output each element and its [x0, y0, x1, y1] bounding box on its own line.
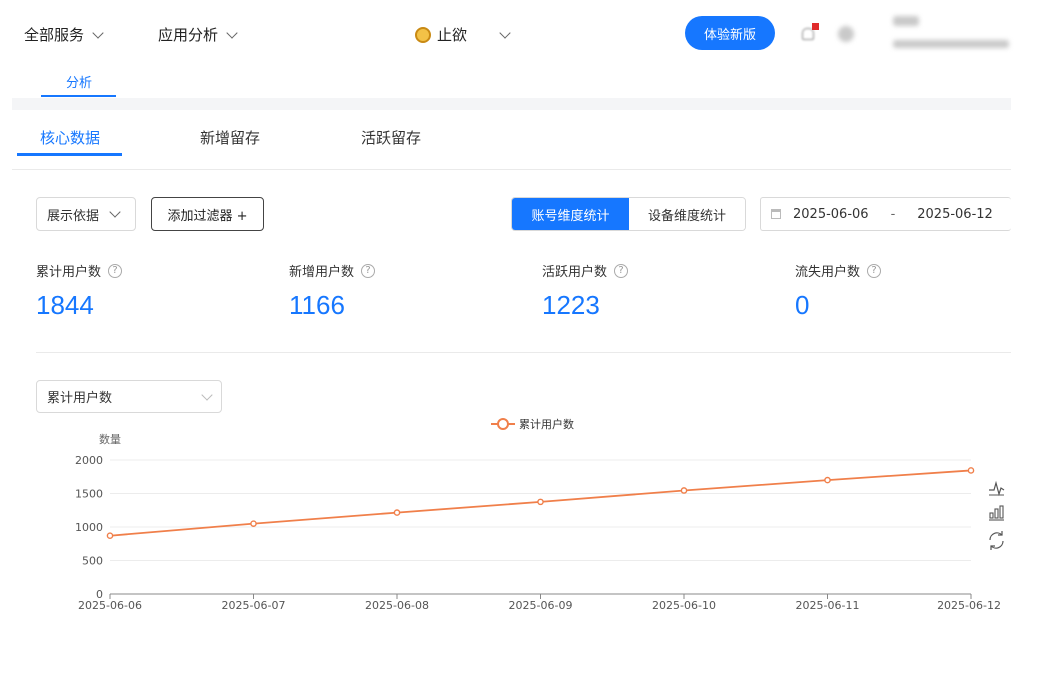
chart-series	[106, 467, 975, 540]
y-tick-label: 500	[82, 555, 103, 568]
x-tick-label: 2025-06-12	[937, 599, 1001, 612]
data-point	[106, 532, 114, 540]
x-tick-label: 2025-06-07	[222, 599, 286, 612]
y-axis-title: 数量	[99, 433, 121, 446]
data-point	[250, 520, 257, 527]
line-chart-toggle-icon[interactable]	[989, 480, 1005, 497]
y-tick-label: 1500	[75, 488, 103, 501]
user-trend-chart: 05001000150020002025-06-06 2025-06-07 2025…	[75, 417, 1005, 612]
y-tick-label: 1000	[75, 521, 103, 534]
legend-marker	[497, 418, 509, 430]
data-point	[824, 476, 831, 484]
x-tick-label: 2025-06-08	[365, 599, 429, 612]
chart-grid	[109, 459, 972, 599]
bar-chart-toggle-icon[interactable]	[989, 505, 1004, 521]
x-tick-label: 2025-06-09	[509, 599, 573, 612]
data-point	[680, 487, 688, 494]
legend-label: 累计用户数	[519, 417, 574, 431]
x-tick-label: 2025-06-10	[652, 599, 716, 612]
chart-legend[interactable]: 累计用户数	[491, 417, 574, 431]
data-point	[393, 509, 401, 516]
x-tick-label: 2025-06-06	[78, 599, 142, 612]
data-point	[967, 467, 975, 474]
refresh-icon[interactable]	[989, 531, 1004, 550]
x-tick-label: 2025-06-11	[796, 599, 860, 612]
y-tick-label: 2000	[75, 454, 103, 467]
data-point	[537, 498, 544, 506]
